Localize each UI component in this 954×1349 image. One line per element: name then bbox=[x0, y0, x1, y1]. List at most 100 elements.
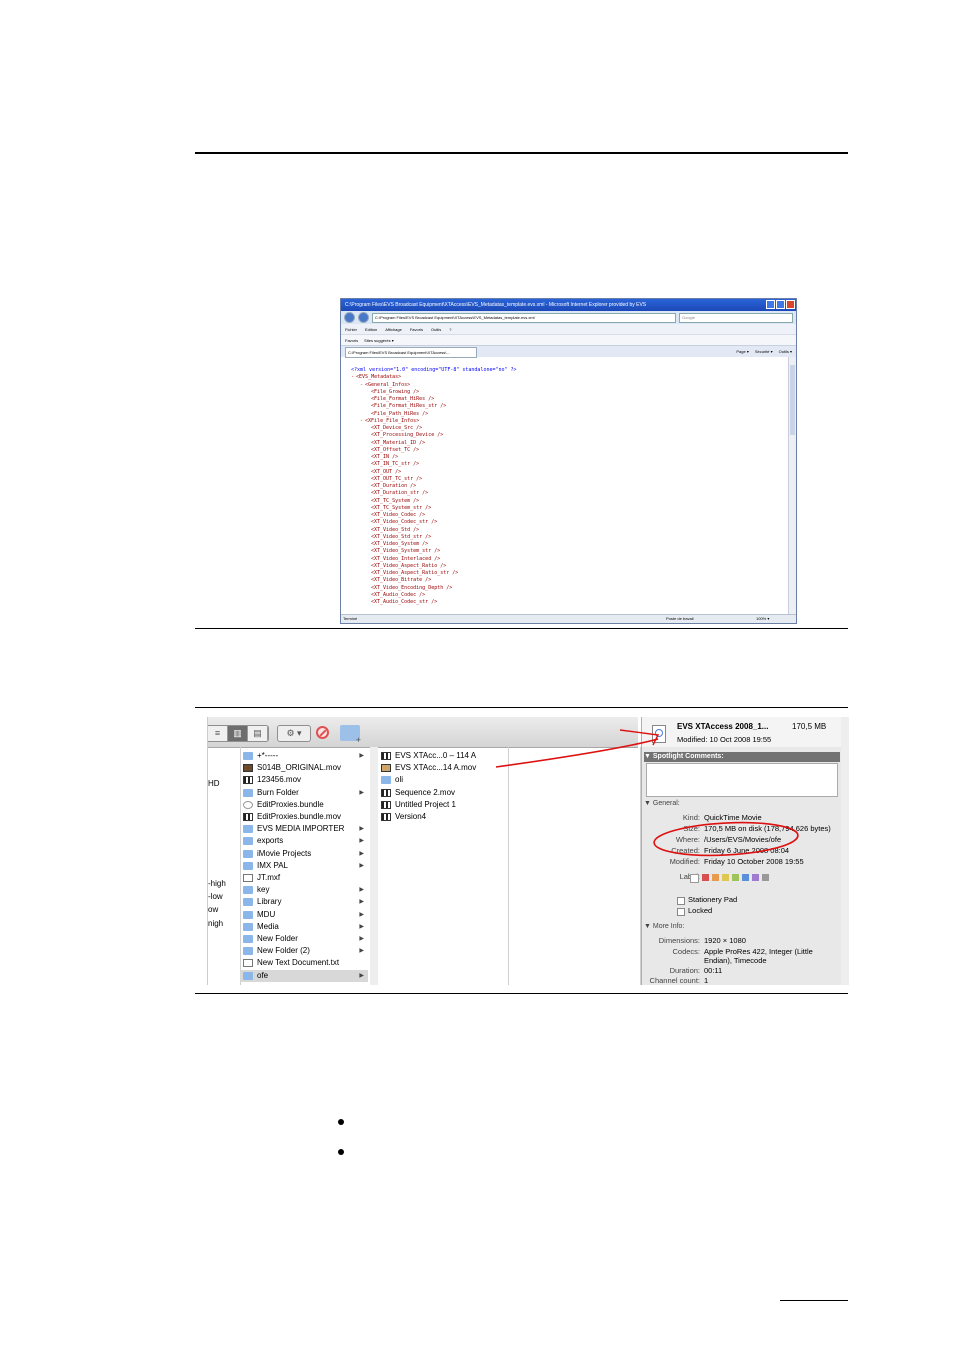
label-color-swatch[interactable] bbox=[702, 874, 709, 881]
list-item[interactable]: ofe ▶ bbox=[240, 969, 368, 982]
label-none-swatch[interactable] bbox=[690, 874, 699, 883]
list-item[interactable]: EditProxies.bundle.mov bbox=[240, 811, 368, 823]
action-gear-icon[interactable]: ⚙ ▾ bbox=[277, 725, 311, 742]
list-item[interactable]: oli bbox=[378, 774, 506, 786]
list-item[interactable]: exports ▶ bbox=[240, 835, 368, 847]
xml-line: <XT_Video_Codec_str /> bbox=[351, 519, 788, 526]
list-item[interactable]: EditProxies.bundle bbox=[240, 799, 368, 811]
column0-fragment[interactable]: HD bbox=[208, 779, 220, 788]
maximize-icon[interactable] bbox=[776, 300, 785, 309]
stationery-pad-checkbox[interactable] bbox=[677, 897, 685, 905]
list-item[interactable]: Sequence 2.mov bbox=[378, 787, 506, 799]
more-info-header[interactable]: ▼ More Info: bbox=[644, 922, 840, 932]
list-item[interactable]: Media ▶ bbox=[240, 921, 368, 933]
list-item[interactable]: Version4 bbox=[378, 811, 506, 823]
ie-address-bar: C:\Program Files\EVS Broadcast Equipment… bbox=[341, 311, 796, 324]
minimize-icon[interactable] bbox=[766, 300, 775, 309]
ie-window-screenshot: C:\Program Files\EVS Broadcast Equipment… bbox=[340, 298, 797, 624]
list-item[interactable]: New Text Document.txt bbox=[240, 957, 368, 969]
list-item[interactable]: MDU ▶ bbox=[240, 909, 368, 921]
list-item[interactable]: +*----- ▶ bbox=[240, 750, 368, 762]
list-item[interactable]: Library ▶ bbox=[240, 896, 368, 908]
list-item[interactable]: EVS XTAcc...14 A.mov bbox=[378, 762, 506, 774]
spotlight-comments-field[interactable] bbox=[646, 763, 838, 797]
tools-menu-button[interactable]: Outils ▾ bbox=[779, 347, 792, 356]
list-item[interactable]: iMovie Projects ▶ bbox=[240, 848, 368, 860]
xml-collapse-marker[interactable]: - bbox=[360, 418, 363, 424]
column1-scrollbar[interactable] bbox=[370, 747, 378, 985]
list-view-icon[interactable]: ≡ bbox=[208, 726, 228, 741]
security-menu-button[interactable]: Sécurité ▾ bbox=[755, 347, 773, 356]
label-color-swatch[interactable] bbox=[722, 874, 729, 881]
list-item-label: +*----- bbox=[257, 751, 279, 760]
menu-view[interactable]: Affichage bbox=[385, 327, 402, 332]
xml-collapse-marker[interactable]: - bbox=[360, 382, 363, 388]
list-item[interactable]: EVS MEDIA IMPORTER ▶ bbox=[240, 823, 368, 835]
list-item[interactable]: IMX PAL ▶ bbox=[240, 860, 368, 872]
xml-tag-text: <XT_Video_Bitrate /> bbox=[371, 577, 432, 584]
list-item-label: IMX PAL bbox=[257, 860, 288, 870]
xml-tag-text: <File_Growing /> bbox=[371, 388, 420, 395]
list-item[interactable]: S014B_ORIGINAL.mov bbox=[240, 762, 368, 774]
xml-tag-text: <XT_Video_Codec_str /> bbox=[371, 519, 438, 526]
list-item[interactable]: 123456.mov bbox=[240, 774, 368, 786]
info-key: Duration: bbox=[669, 966, 700, 975]
xml-line: - <XFile_File_Infos> bbox=[351, 418, 788, 425]
label-color-swatch[interactable] bbox=[762, 874, 769, 881]
search-input[interactable]: Google bbox=[679, 312, 793, 323]
close-icon[interactable] bbox=[786, 300, 795, 309]
list-item[interactable]: JT.mxf bbox=[240, 872, 368, 884]
column-view-icon[interactable]: ▥ bbox=[228, 726, 248, 741]
xml-tag-text: <XT_IN /> bbox=[371, 454, 399, 460]
list-item[interactable]: EVS XTAcc...0 – 114 A bbox=[378, 750, 506, 762]
list-item-label: Version4 bbox=[395, 812, 427, 821]
list-item[interactable]: key ▶ bbox=[240, 884, 368, 896]
xml-tag-text: <File_Format_HiRes /> bbox=[371, 396, 435, 402]
list-item[interactable]: Burn Folder ▶ bbox=[240, 787, 368, 799]
xml-line: <XT_Material_ID /> bbox=[351, 440, 788, 447]
coverflow-view-icon[interactable]: ▤ bbox=[248, 726, 268, 741]
page-menu-button[interactable]: Page ▾ bbox=[736, 347, 748, 356]
ie-vertical-scrollbar[interactable] bbox=[788, 357, 796, 615]
menu-help[interactable]: ? bbox=[449, 327, 451, 332]
label-color-swatch[interactable] bbox=[752, 874, 759, 881]
list-item[interactable]: Untitled Project 1 bbox=[378, 799, 506, 811]
menu-tools[interactable]: Outils bbox=[431, 327, 441, 332]
locked-checkbox[interactable] bbox=[677, 908, 685, 916]
column0-fragment[interactable]: ow bbox=[208, 905, 218, 914]
no-entry-icon[interactable] bbox=[316, 726, 329, 739]
suggested-sites-button[interactable]: Sites suggérés ▾ bbox=[364, 338, 394, 343]
clapper-icon bbox=[381, 788, 391, 797]
figure2-bottom-rule bbox=[195, 993, 848, 994]
label-color-swatch[interactable] bbox=[732, 874, 739, 881]
list-item[interactable]: New Folder (2) ▶ bbox=[240, 945, 368, 957]
xml-collapse-marker[interactable]: - bbox=[351, 374, 354, 380]
column0-fragment[interactable]: nigh bbox=[208, 919, 223, 928]
column0-fragment[interactable]: -low bbox=[208, 892, 223, 901]
xml-line: <File_Path_HiRes /> bbox=[351, 411, 788, 418]
list-item-label: EVS XTAcc...14 A.mov bbox=[395, 763, 477, 773]
list-item[interactable]: New Folder ▶ bbox=[240, 933, 368, 945]
xml-tag-text: <XT_IN_TC_str /> bbox=[371, 461, 420, 468]
status-zoom[interactable]: 100% ▾ bbox=[756, 615, 769, 623]
info-codecs-row-cont: Endian), Timecode bbox=[642, 956, 842, 966]
folder-icon bbox=[243, 922, 253, 931]
address-input[interactable]: C:\Program Files\EVS Broadcast Equipment… bbox=[372, 312, 676, 323]
new-folder-icon[interactable] bbox=[340, 725, 361, 745]
back-icon[interactable] bbox=[344, 312, 355, 323]
disclosure-arrow-icon: ▶ bbox=[359, 911, 364, 918]
info-panel-scrollbar[interactable] bbox=[841, 717, 849, 985]
menu-favorites[interactable]: Favoris bbox=[410, 327, 423, 332]
label-color-swatch[interactable] bbox=[712, 874, 719, 881]
forward-icon[interactable] bbox=[358, 312, 369, 323]
label-color-swatch[interactable] bbox=[742, 874, 749, 881]
column0-fragment[interactable]: -high bbox=[208, 879, 226, 888]
finder-toolbar: ≡ ▥ ▤ ⚙ ▾ bbox=[208, 717, 638, 748]
favorites-button[interactable]: Favoris bbox=[345, 338, 358, 343]
info-key: Size: bbox=[683, 824, 700, 833]
menu-file[interactable]: Fichier bbox=[345, 327, 357, 332]
spotlight-comments-header[interactable]: ▼ Spotlight Comments: bbox=[644, 752, 840, 762]
general-header[interactable]: ▼ General: bbox=[644, 799, 840, 809]
info-value: Endian), Timecode bbox=[704, 956, 767, 965]
menu-edit[interactable]: Edition bbox=[365, 327, 377, 332]
